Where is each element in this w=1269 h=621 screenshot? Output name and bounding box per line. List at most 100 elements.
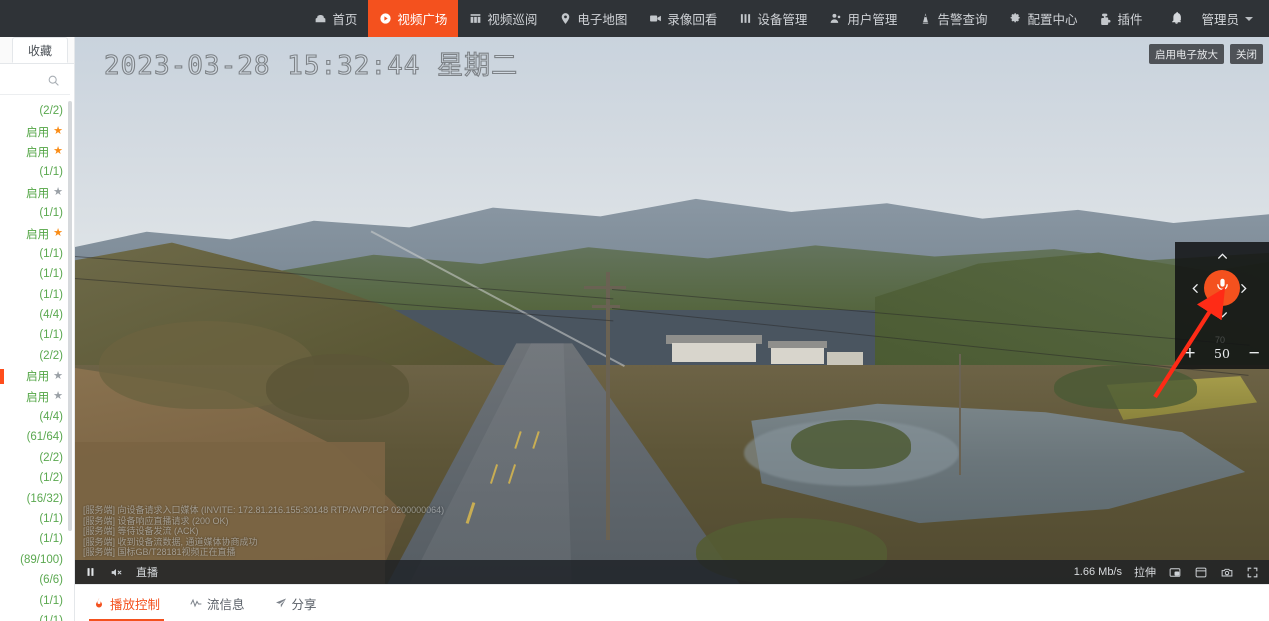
device-online-count: (2/2) xyxy=(39,451,63,464)
device-tree-row[interactable]: (2/2) xyxy=(0,346,74,366)
device-tree-row[interactable]: (4/4) xyxy=(0,305,74,325)
device-icon xyxy=(739,12,752,25)
fit-mode-button[interactable]: 拉伸 xyxy=(1134,564,1156,580)
chevron-down-icon xyxy=(1245,16,1253,21)
sidebar-tabs: 收藏 xyxy=(0,37,74,64)
chevron-left-icon[interactable] xyxy=(1189,279,1202,303)
device-tree-row[interactable]: (1/1) xyxy=(0,264,74,284)
device-tree-row[interactable]: (1/1) xyxy=(0,611,74,621)
nav-item-7[interactable]: 用户管理 xyxy=(818,0,908,37)
sidebar-tab-favorites[interactable]: 收藏 xyxy=(12,37,68,63)
device-tree-row[interactable]: 启用 ★ xyxy=(0,386,74,406)
ptz-zoom-in-button[interactable]: + xyxy=(1184,344,1195,363)
device-tree-row[interactable]: 启用 ★ xyxy=(0,366,74,386)
device-tree-row[interactable]: (2/2) xyxy=(0,448,74,468)
tab-playback-control[interactable]: 播放控制 xyxy=(89,585,165,621)
sidebar-scrollbar[interactable] xyxy=(68,101,72,531)
device-online-count: (4/4) xyxy=(39,411,63,424)
device-tree-row[interactable]: 启用 ★ xyxy=(0,183,74,203)
device-tree-row[interactable]: (1/1) xyxy=(0,509,74,529)
nav-item-5[interactable]: 录像回看 xyxy=(638,0,728,37)
log-line: [服务端] 设备响应直播请求 (200 OK) xyxy=(83,515,229,526)
play-circle-icon xyxy=(379,12,392,25)
favorite-star-icon[interactable]: ★ xyxy=(53,126,63,137)
video-player-area[interactable]: 2023-03-28 15:32:44 星期二 启用电子放大 关闭 70 + 5… xyxy=(75,37,1269,584)
search-icon xyxy=(47,74,60,87)
device-online-count: (1/2) xyxy=(39,472,63,485)
device-online-count: (1/1) xyxy=(39,166,63,179)
user-menu-label: 管理员 xyxy=(1201,13,1239,27)
device-tree-row[interactable]: (4/4) xyxy=(0,407,74,427)
close-video-button[interactable]: 关闭 xyxy=(1230,44,1263,64)
nav-item-3[interactable]: 视频巡阅 xyxy=(458,0,548,37)
sidebar-search-box[interactable] xyxy=(0,67,70,95)
ptz-microphone-button[interactable] xyxy=(1204,270,1240,306)
favorite-star-icon[interactable]: ★ xyxy=(53,391,63,402)
top-navigation: 首页 视频广场 视频巡阅 电子地图 录像回看 设备管理 用户管理 告警查询 配置中心 插件 管理员 xyxy=(0,0,1269,37)
device-online-count: (1/1) xyxy=(39,288,63,301)
device-tree-row[interactable]: (1/1) xyxy=(0,162,74,182)
nav-item-4[interactable]: 电子地图 xyxy=(548,0,638,37)
window-icon[interactable] xyxy=(1194,566,1208,579)
device-online-count: (16/32) xyxy=(26,492,63,505)
favorite-star-icon[interactable]: ★ xyxy=(53,228,63,239)
ptz-zoom-out-button[interactable]: − xyxy=(1249,344,1260,363)
ptz-control-panel[interactable]: 70 + 50 − xyxy=(1175,242,1269,369)
bell-icon xyxy=(1169,10,1184,28)
device-status-label: 启用 xyxy=(26,371,50,384)
flame-icon xyxy=(93,597,105,609)
app-root: 首页 视频广场 视频巡阅 电子地图 录像回看 设备管理 用户管理 告警查询 配置中心 插件 管理员… xyxy=(0,0,1269,621)
device-tree-row[interactable]: (1/1) xyxy=(0,203,74,223)
device-online-count: (6/6) xyxy=(39,574,63,587)
nav-item-label: 用户管理 xyxy=(847,13,898,27)
device-tree-row[interactable]: (1/1) xyxy=(0,529,74,549)
grid-icon xyxy=(469,12,482,25)
device-tree-row[interactable]: (2/2) xyxy=(0,101,74,121)
tab-stream-info[interactable]: 流信息 xyxy=(186,585,249,621)
pause-icon[interactable] xyxy=(85,566,96,578)
picture-in-picture-icon[interactable] xyxy=(1168,566,1182,579)
tab-label: 播放控制 xyxy=(110,597,161,612)
chevron-up-icon[interactable] xyxy=(1213,250,1232,268)
nav-item-label: 电子地图 xyxy=(577,13,628,27)
microphone-icon xyxy=(1214,277,1231,299)
nav-item-8[interactable]: 告警查询 xyxy=(908,0,998,37)
device-tree-row[interactable]: (89/100) xyxy=(0,550,74,570)
camera-icon[interactable] xyxy=(1220,566,1234,579)
device-tree[interactable]: (2/2) 启用 ★ 启用 ★ (1/1) 启用 ★ (1/1) 启用 ★ (1/1) (1/1) (1/… xyxy=(0,97,74,621)
device-tree-rows: (2/2) 启用 ★ 启用 ★ (1/1) 启用 ★ (1/1) 启用 ★ (1/1) (1/1) (1/… xyxy=(0,101,74,621)
device-tree-row[interactable]: (61/64) xyxy=(0,427,74,447)
user-menu[interactable]: 管理员 xyxy=(1197,0,1269,37)
enable-digital-zoom-button[interactable]: 启用电子放大 xyxy=(1149,44,1224,64)
nav-items-container: 首页 视频广场 视频巡阅 电子地图 录像回看 设备管理 用户管理 告警查询 配置中心 插件 xyxy=(303,0,1153,37)
favorite-star-icon[interactable]: ★ xyxy=(53,370,63,382)
nav-item-2[interactable]: 视频广场 xyxy=(368,0,459,37)
device-status-label: 启用 xyxy=(26,146,50,159)
log-line: [服务端] 收到设备流数据, 通道媒体协商成功 xyxy=(83,536,258,547)
device-tree-row[interactable]: 启用 ★ xyxy=(0,223,74,243)
device-tree-row[interactable]: 启用 ★ xyxy=(0,142,74,162)
device-tree-row[interactable]: (1/1) xyxy=(0,590,74,610)
notification-bell-button[interactable] xyxy=(1153,0,1197,37)
nav-item-6[interactable]: 设备管理 xyxy=(728,0,818,37)
device-tree-row[interactable]: (16/32) xyxy=(0,488,74,508)
favorite-star-icon[interactable]: ★ xyxy=(53,187,63,198)
nav-item-9[interactable]: 配置中心 xyxy=(998,0,1088,37)
device-status-label: 启用 xyxy=(26,187,50,200)
favorite-star-icon[interactable]: ★ xyxy=(53,146,63,157)
player-left-controls: 直播 xyxy=(75,564,158,580)
device-tree-row[interactable]: (1/1) xyxy=(0,244,74,264)
fullscreen-icon[interactable] xyxy=(1246,566,1259,579)
device-tree-row[interactable]: 启用 ★ xyxy=(0,121,74,141)
live-label[interactable]: 直播 xyxy=(136,564,158,580)
nav-item-1[interactable]: 首页 xyxy=(303,0,368,37)
device-tree-row[interactable]: (6/6) xyxy=(0,570,74,590)
nav-item-10[interactable]: 插件 xyxy=(1088,0,1153,37)
tab-label: 流信息 xyxy=(207,597,245,612)
tab-share[interactable]: 分享 xyxy=(271,585,321,621)
device-tree-row[interactable]: (1/2) xyxy=(0,468,74,488)
chevron-down-icon[interactable] xyxy=(1213,308,1232,326)
device-tree-row[interactable]: (1/1) xyxy=(0,285,74,305)
speaker-muted-icon[interactable] xyxy=(109,566,123,579)
device-tree-row[interactable]: (1/1) xyxy=(0,325,74,345)
